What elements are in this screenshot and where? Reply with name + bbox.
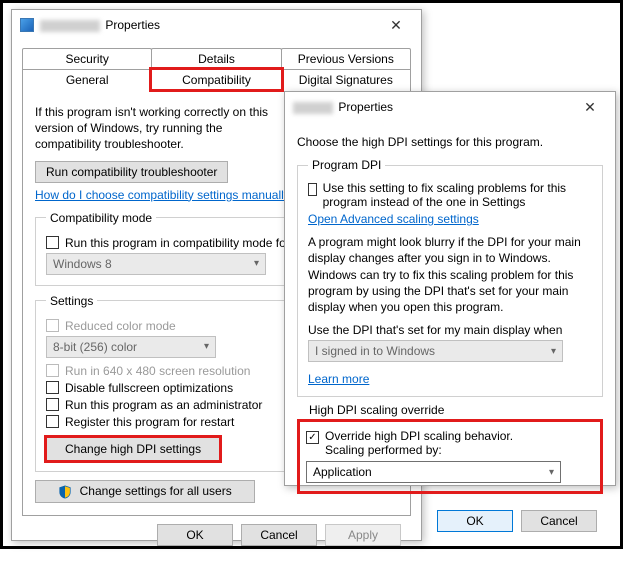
color-depth-select: 8-bit (256) color ▾ bbox=[46, 336, 216, 358]
run-admin-checkbox[interactable] bbox=[46, 398, 59, 411]
disable-fullscreen-label: Disable fullscreen optimizations bbox=[65, 381, 233, 395]
intro-text: Choose the high DPI settings for this pr… bbox=[297, 134, 603, 150]
reduced-color-label: Reduced color mode bbox=[65, 319, 176, 333]
dpi-when-select: I signed in to Windows ▾ bbox=[308, 340, 563, 362]
close-button[interactable]: ✕ bbox=[569, 93, 611, 121]
titlebar[interactable]: Properties ✕ bbox=[285, 92, 615, 122]
tab-details[interactable]: Details bbox=[151, 48, 281, 69]
register-restart-checkbox[interactable] bbox=[46, 415, 59, 428]
titlebar[interactable]: Properties ✕ bbox=[12, 10, 421, 40]
ok-button[interactable]: OK bbox=[157, 524, 233, 546]
open-advanced-link[interactable]: Open Advanced scaling settings bbox=[308, 212, 479, 226]
tab-security[interactable]: Security bbox=[22, 48, 152, 69]
compat-mode-label: Run this program in compatibility mode f… bbox=[65, 236, 293, 250]
chevron-down-icon: ▾ bbox=[549, 467, 554, 478]
tab-compatibility[interactable]: Compatibility bbox=[151, 69, 281, 90]
override-checkbox[interactable] bbox=[306, 431, 319, 444]
tab-previous-versions[interactable]: Previous Versions bbox=[281, 48, 411, 69]
redacted-name bbox=[40, 20, 100, 32]
shield-icon bbox=[58, 485, 72, 499]
run-troubleshooter-button[interactable]: Run compatibility troubleshooter bbox=[35, 161, 228, 183]
override-label: Override high DPI scaling behavior. Scal… bbox=[325, 429, 513, 457]
use-setting-label: Use this setting to fix scaling problems… bbox=[323, 181, 592, 209]
learn-more-link[interactable]: Learn more bbox=[308, 372, 369, 386]
run-admin-label: Run this program as an administrator bbox=[65, 398, 262, 412]
manual-settings-link[interactable]: How do I choose compatibility settings m… bbox=[35, 188, 296, 202]
app-icon bbox=[20, 18, 34, 32]
change-high-dpi-button[interactable]: Change high DPI settings bbox=[46, 437, 220, 461]
tab-general[interactable]: General bbox=[22, 69, 152, 90]
use-dpi-when-label: Use the DPI that's set for my main displ… bbox=[308, 323, 592, 337]
compat-mode-checkbox[interactable] bbox=[46, 236, 59, 249]
reduced-color-checkbox bbox=[46, 319, 59, 332]
register-restart-label: Register this program for restart bbox=[65, 415, 234, 429]
intro-text: If this program isn't working correctly … bbox=[35, 104, 275, 153]
override-select[interactable]: Application ▾ bbox=[306, 461, 561, 483]
cancel-button[interactable]: Cancel bbox=[521, 510, 597, 532]
run-640-label: Run in 640 x 480 screen resolution bbox=[65, 364, 250, 378]
use-setting-checkbox[interactable] bbox=[308, 183, 317, 196]
run-640-checkbox bbox=[46, 364, 59, 377]
ok-button[interactable]: OK bbox=[437, 510, 513, 532]
tab-digital-signatures[interactable]: Digital Signatures bbox=[281, 69, 411, 90]
settings-legend: Settings bbox=[46, 294, 97, 308]
title-text: Properties bbox=[40, 18, 375, 32]
change-all-users-button[interactable]: Change settings for all users bbox=[35, 480, 255, 503]
close-icon: ✕ bbox=[390, 17, 402, 34]
compat-mode-select: Windows 8 ▾ bbox=[46, 253, 266, 275]
title-text: Properties bbox=[293, 100, 569, 114]
compatibility-mode-legend: Compatibility mode bbox=[46, 211, 156, 225]
override-group: High DPI scaling override Override high … bbox=[297, 403, 603, 496]
close-button[interactable]: ✕ bbox=[375, 11, 417, 39]
close-icon: ✕ bbox=[584, 99, 596, 116]
redacted-name bbox=[293, 102, 333, 114]
program-dpi-group: Program DPI Use this setting to fix scal… bbox=[297, 158, 603, 397]
chevron-down-icon: ▾ bbox=[551, 346, 556, 357]
disable-fullscreen-checkbox[interactable] bbox=[46, 381, 59, 394]
high-dpi-dialog: Properties ✕ Choose the high DPI setting… bbox=[284, 91, 616, 486]
dialog-actions: OK Cancel bbox=[297, 502, 603, 540]
chevron-down-icon: ▾ bbox=[254, 258, 259, 269]
override-legend: High DPI scaling override bbox=[305, 403, 448, 417]
blurb-text: A program might look blurry if the DPI f… bbox=[308, 234, 592, 315]
chevron-down-icon: ▾ bbox=[204, 341, 209, 352]
program-dpi-legend: Program DPI bbox=[308, 158, 385, 172]
